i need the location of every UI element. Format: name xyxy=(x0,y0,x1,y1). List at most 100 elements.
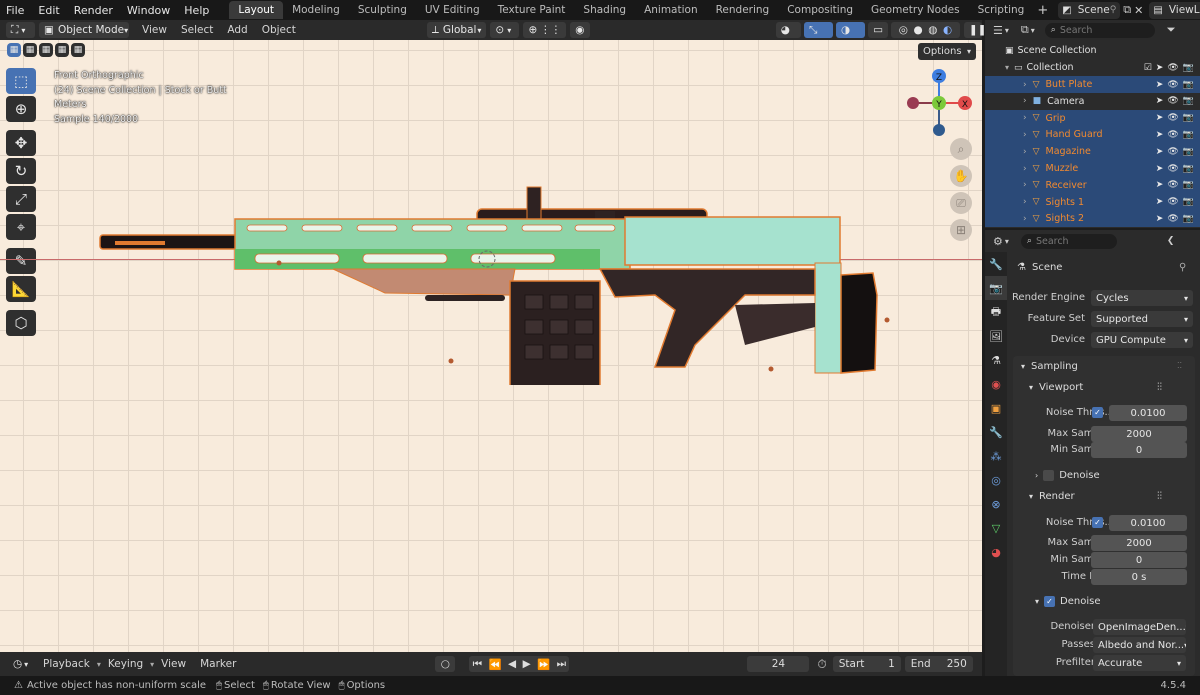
expand-arrow-icon[interactable]: › xyxy=(1023,214,1027,224)
proportional-edit-button[interactable]: ◉ xyxy=(570,22,590,38)
properties-search[interactable]: ⌕ Search xyxy=(1020,233,1117,249)
world-tab-icon[interactable]: ◉ xyxy=(985,372,1007,396)
vp-noise-checkbox[interactable]: ✓ xyxy=(1092,407,1103,418)
filter-icon[interactable]: ⏷ xyxy=(1167,23,1176,37)
shading-modes[interactable]: ◎ ● ◍ ◐ xyxy=(890,22,960,38)
butt-plate-part[interactable] xyxy=(840,272,878,374)
3d-viewport[interactable]: ▦ ▦ ▦ ▦ ▦ Options ▾ ⬚ ⊕ ✥ ↻ ⤢ ⌖ ✎ 📐 ⬡ Fro… xyxy=(0,40,982,652)
tab-shading[interactable]: Shading xyxy=(574,1,635,19)
material-shading-icon[interactable]: ◍ xyxy=(928,24,937,36)
timeline-editor-type[interactable]: ◷ ▾ xyxy=(8,656,36,672)
orientation-dropdown[interactable]: ⟂ Global ▾ xyxy=(426,22,487,38)
select-subtract-icon[interactable]: ▦ xyxy=(39,43,53,57)
outliner-row[interactable]: › ■ Camera ➤ 👁 📷 xyxy=(985,93,1200,110)
modifier-tab-icon[interactable]: 🔧 xyxy=(985,420,1007,444)
scene-collection-row[interactable]: ▣ Scene Collection xyxy=(985,42,1200,59)
rotate-tool-icon[interactable]: ↻ xyxy=(6,158,36,184)
r-noise-field[interactable]: 0.0100 xyxy=(1109,515,1187,531)
new-scene-icon[interactable]: ⧉ xyxy=(1123,3,1131,17)
menu-help[interactable]: Help xyxy=(178,4,217,17)
menu-add[interactable]: Add xyxy=(220,24,254,36)
camera-icon[interactable]: 📷 xyxy=(1183,63,1194,73)
measure-tool-icon[interactable]: 📐 xyxy=(6,276,36,302)
select-arrow-icon[interactable]: ➤ xyxy=(1156,63,1164,73)
drag-handle-icon[interactable]: ⁚⁚ xyxy=(1177,361,1182,370)
outliner-row[interactable]: › ▽ Butt Plate ➤ 👁 📷 xyxy=(985,76,1200,93)
menu-file[interactable]: File xyxy=(0,4,32,17)
time-limit-field[interactable]: 0 s xyxy=(1091,569,1187,585)
tab-modeling[interactable]: Modeling xyxy=(283,1,349,19)
constraints-tab-icon[interactable]: ⊗ xyxy=(985,492,1007,516)
select-arrow-icon[interactable]: ➤ xyxy=(1156,197,1164,207)
delete-scene-icon[interactable]: ✕ xyxy=(1134,4,1143,17)
select-arrow-icon[interactable]: ➤ xyxy=(1156,180,1164,190)
solid-shading-icon[interactable]: ● xyxy=(914,24,923,36)
outliner-row[interactable]: › ▽ Grip ➤ 👁 📷 xyxy=(985,109,1200,127)
data-tab-icon[interactable]: ▽ xyxy=(985,516,1007,540)
tab-uv-editing[interactable]: UV Editing xyxy=(416,1,489,19)
rifle-model[interactable] xyxy=(95,145,895,385)
stopwatch-icon[interactable]: ⏱ xyxy=(817,657,826,672)
menu-render[interactable]: Render xyxy=(68,4,121,17)
r-denoise-checkbox[interactable]: ✓ xyxy=(1044,596,1056,607)
camera-icon[interactable]: 📷 xyxy=(1183,180,1194,190)
scale-tool-icon[interactable]: ⤢ xyxy=(6,186,36,212)
options-button[interactable]: Options ▾ xyxy=(918,43,976,60)
particles-tab-icon[interactable]: ⁂ xyxy=(985,444,1007,468)
tab-layout[interactable]: Layout xyxy=(229,1,284,19)
view-layer-tab-icon[interactable]: 🖼 xyxy=(985,324,1007,348)
pan-hand-icon[interactable]: ✋ xyxy=(950,165,972,187)
camera-icon[interactable]: 📷 xyxy=(1183,113,1194,123)
outliner-row[interactable]: › ▽ Sights 2 ➤ 👁 📷 xyxy=(985,210,1200,228)
outliner-row[interactable]: › ▽ Muzzle ➤ 👁 📷 xyxy=(985,160,1200,177)
vp-denoise-checkbox[interactable] xyxy=(1043,470,1055,481)
passes-dropdown[interactable]: Albedo and Nor...▾ xyxy=(1093,637,1186,653)
camera-icon[interactable]: 📷 xyxy=(1183,80,1194,90)
scene-tab-icon[interactable]: ⚗ xyxy=(985,348,1007,372)
pin-icon[interactable]: ⚲ xyxy=(1179,262,1186,273)
sampling-header[interactable]: ▾ Sampling xyxy=(1021,361,1078,372)
expand-arrow-icon[interactable]: › xyxy=(1023,130,1027,140)
r-noise-checkbox[interactable]: ✓ xyxy=(1092,517,1103,528)
expand-arrow-icon[interactable]: › xyxy=(1023,164,1027,174)
add-workspace-icon[interactable]: + xyxy=(1033,3,1052,18)
tab-geometry-nodes[interactable]: Geometry Nodes xyxy=(862,1,969,19)
r-denoise-subheader[interactable]: ▾ ✓ Denoise xyxy=(1035,596,1100,607)
eye-icon[interactable]: 👁 xyxy=(1167,96,1178,106)
outliner-row[interactable]: › ▽ Magazine ➤ 👁 📷 xyxy=(985,143,1200,161)
collection-row[interactable]: ▾ ▭ Collection ☑ ➤ 👁 📷 xyxy=(985,59,1200,76)
tab-sculpting[interactable]: Sculpting xyxy=(349,1,416,19)
end-frame-field[interactable]: End 250 xyxy=(904,656,973,672)
eye-icon[interactable]: 👁 xyxy=(1167,147,1178,157)
outliner-row[interactable]: › ▽ Receiver ➤ 👁 📷 xyxy=(985,176,1200,194)
start-frame-field[interactable]: Start 1 xyxy=(832,656,901,672)
camera-view-icon[interactable]: ⎚ xyxy=(950,192,972,214)
expand-arrow-icon[interactable]: › xyxy=(1023,96,1027,106)
select-arrow-icon[interactable]: ➤ xyxy=(1156,130,1164,140)
select-new-icon[interactable]: ▦ xyxy=(7,43,21,57)
jump-end-icon[interactable]: ⏭ xyxy=(557,658,566,671)
outliner-row[interactable]: › ▽ Hand Guard ➤ 👁 📷 xyxy=(985,126,1200,144)
render-engine-dropdown[interactable]: Cycles ▾ xyxy=(1091,290,1193,306)
eye-icon[interactable]: 👁 xyxy=(1167,80,1178,90)
tab-compositing[interactable]: Compositing xyxy=(778,1,862,19)
r-max-samples-field[interactable]: 2000 xyxy=(1091,535,1187,551)
grid-view-icon[interactable]: ⊞ xyxy=(950,219,972,241)
camera-icon[interactable]: 📷 xyxy=(1183,197,1194,207)
pause-render-button[interactable]: ❚❚ xyxy=(964,22,987,38)
r-min-samples-field[interactable]: 0 xyxy=(1091,552,1187,568)
editor-type-button[interactable]: ⛶ ▾ xyxy=(6,22,36,38)
expand-arrow-icon[interactable]: › xyxy=(1023,147,1027,157)
outliner-search[interactable]: ⌕ Search xyxy=(1044,22,1155,38)
eye-icon[interactable]: 👁 xyxy=(1167,63,1178,73)
select-extend-icon[interactable]: ▦ xyxy=(23,43,37,57)
material-tab-icon[interactable]: ◕ xyxy=(985,540,1007,564)
select-intersect-icon[interactable]: ▦ xyxy=(71,43,85,57)
menu-keying[interactable]: Keying xyxy=(101,658,150,670)
menu-edit[interactable]: Edit xyxy=(32,4,67,17)
overlay-toggle[interactable]: ◑ xyxy=(836,22,866,38)
camera-icon[interactable]: 📷 xyxy=(1183,147,1194,157)
transform-tool-icon[interactable]: ⌖ xyxy=(6,214,36,240)
menu-object[interactable]: Object xyxy=(255,24,303,36)
current-frame-field[interactable]: 24 xyxy=(747,656,810,672)
